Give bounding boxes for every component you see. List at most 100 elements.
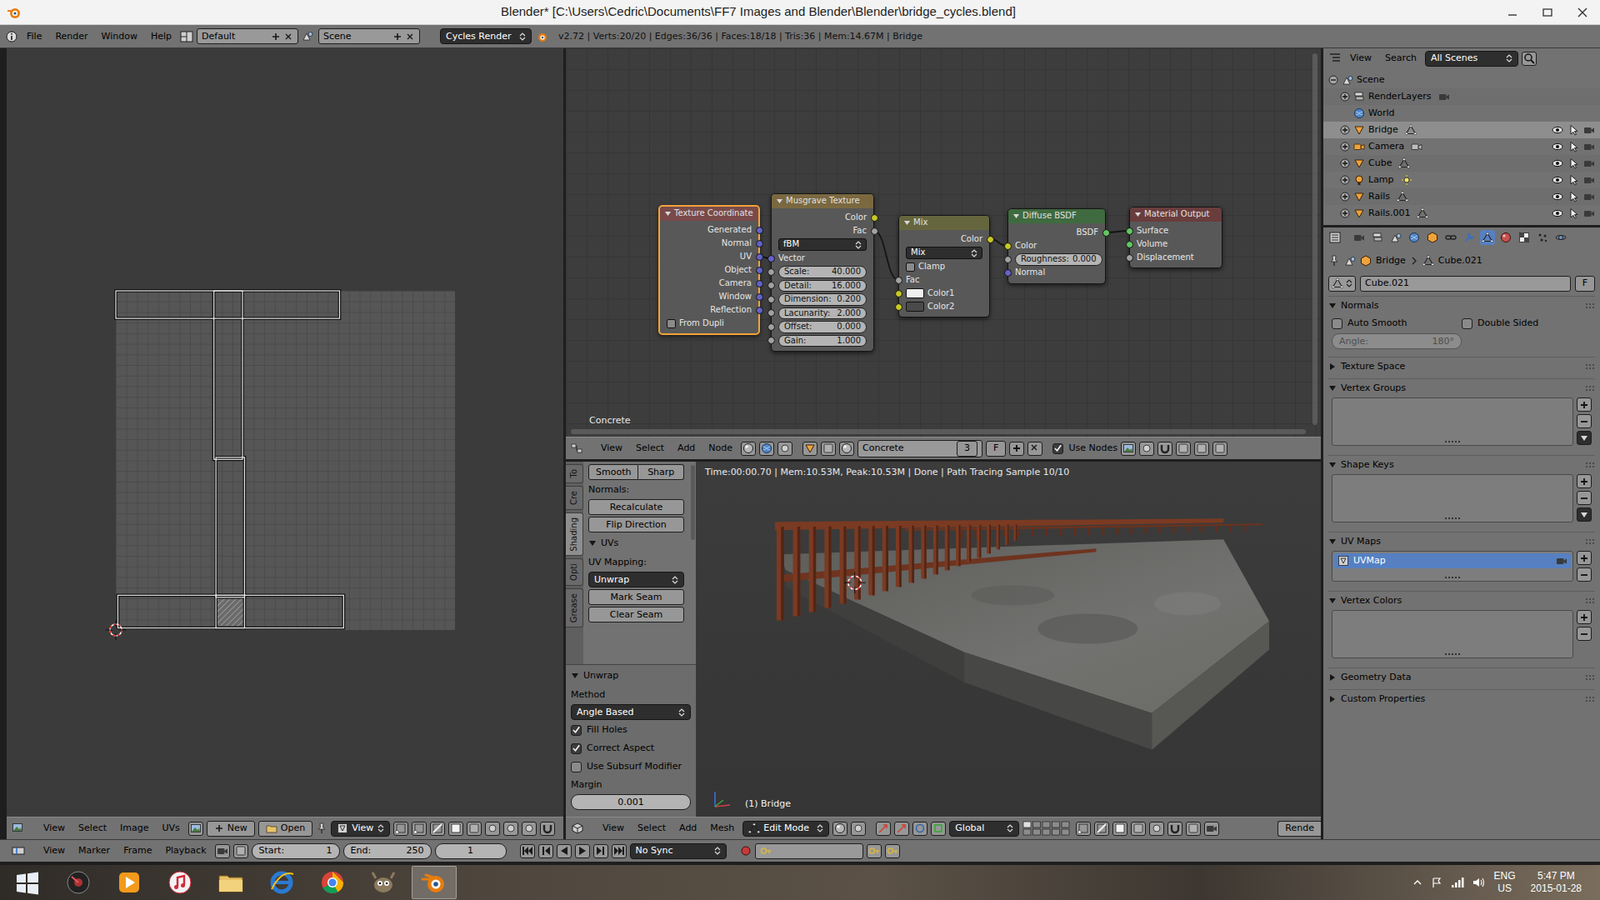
socket[interactable]	[755, 240, 764, 248]
taskbar-app-button[interactable]	[259, 865, 305, 900]
node-header[interactable]: Material Output	[1130, 207, 1222, 222]
input-language[interactable]: ENGUS	[1494, 870, 1516, 895]
menu-item[interactable]: Help	[145, 30, 177, 43]
pivot-point-button[interactable]	[850, 821, 866, 836]
taskbar-app-button[interactable]	[157, 865, 203, 900]
socket[interactable]	[986, 235, 995, 244]
node-header[interactable]: Diffuse BSDF	[1008, 209, 1105, 224]
play-reverse-button[interactable]	[556, 844, 572, 859]
shader-node[interactable]: Texture CoordinateGeneratedNormalUVObjec…	[658, 205, 760, 335]
node-header[interactable]: Musgrave Texture	[771, 194, 874, 209]
menu-item[interactable]: Playback	[160, 845, 211, 857]
insert-key-button[interactable]	[866, 844, 882, 859]
properties-tab[interactable]	[1425, 230, 1440, 245]
edge-select-button[interactable]	[1094, 821, 1110, 836]
fake-user-button[interactable]: F	[985, 440, 1006, 457]
2d-cursor-icon[interactable]	[105, 619, 127, 641]
properties-tab[interactable]	[1535, 230, 1550, 245]
menu-item[interactable]: View	[38, 822, 70, 835]
socket[interactable]	[1004, 269, 1012, 277]
sticky-select-button[interactable]	[485, 821, 500, 836]
occlude-button[interactable]	[1130, 821, 1146, 836]
socket[interactable]	[767, 281, 775, 290]
operator-option[interactable]: Fill Holes	[570, 721, 691, 739]
view-mode-dropdown[interactable]: View	[330, 820, 390, 837]
uv-canvas[interactable]	[6, 48, 564, 817]
outliner-row[interactable]: Bridge	[1323, 121, 1600, 139]
remove-button[interactable]	[1576, 626, 1592, 641]
mode-dropdown[interactable]: Edit Mode	[742, 820, 830, 837]
snap-element-button[interactable]	[1185, 821, 1201, 836]
value-field[interactable]: Scale:40.000	[778, 265, 867, 279]
node-editor[interactable]: Texture CoordinateGeneratedNormalUVObjec…	[565, 48, 1321, 437]
menu-item[interactable]: Add	[674, 822, 702, 835]
sync-mode-dropdown[interactable]: No Sync	[630, 843, 727, 860]
shader-node[interactable]: Material OutputSurfaceVolumeDisplacement	[1129, 206, 1223, 269]
panel-grip[interactable]	[1585, 674, 1595, 681]
current-frame-field[interactable]: 1	[435, 843, 507, 860]
face-select-button[interactable]	[1112, 821, 1128, 836]
play-button[interactable]	[575, 844, 590, 859]
jump-end-button[interactable]	[611, 844, 627, 859]
panel-grip[interactable]	[1585, 538, 1595, 545]
render-button[interactable]: Rende	[1277, 820, 1321, 837]
node-link[interactable]	[874, 230, 899, 280]
object-shader-button[interactable]	[802, 441, 818, 456]
taskbar-app-button[interactable]	[360, 865, 406, 900]
snap-button[interactable]	[540, 821, 555, 836]
sync-selection-button[interactable]	[393, 821, 409, 836]
tool-shelf-tab[interactable]: To	[565, 464, 584, 484]
socket[interactable]	[1125, 227, 1134, 235]
double-sided-checkbox[interactable]: Double Sided	[1461, 315, 1592, 332]
breadcrumb-data[interactable]: Cube.021	[1438, 255, 1483, 267]
properties-tab[interactable]	[1480, 230, 1495, 245]
value-field[interactable]: Gain:1.000	[778, 335, 867, 348]
manipulator-toggle-button[interactable]	[875, 821, 891, 836]
tool-shelf-tab[interactable]: Opti	[565, 558, 584, 586]
world-shader-button[interactable]	[820, 441, 836, 456]
socket[interactable]	[1004, 242, 1012, 250]
list-menu-button[interactable]	[1576, 430, 1592, 445]
edge-select-button[interactable]	[430, 821, 445, 836]
next-key-button[interactable]	[593, 844, 609, 859]
orientation-dropdown[interactable]: Global	[949, 820, 1020, 837]
properties-tab[interactable]	[1516, 230, 1532, 245]
rotate-button[interactable]	[912, 821, 928, 836]
socket[interactable]	[895, 303, 903, 311]
uv-image-grid[interactable]	[115, 290, 455, 630]
color-swatch[interactable]	[905, 301, 925, 312]
uv-layout[interactable]	[115, 290, 455, 630]
menu-item[interactable]: Image	[115, 822, 154, 835]
panel-header[interactable]: Geometry Data	[1328, 668, 1595, 687]
node-header[interactable]: Texture Coordinate	[660, 206, 759, 221]
list-resize-grip[interactable]	[1444, 516, 1461, 520]
fake-user-button[interactable]: F	[1575, 275, 1595, 292]
menu-item[interactable]: Select	[632, 822, 671, 835]
socket[interactable]	[767, 309, 775, 317]
menu-item[interactable]: Frame	[118, 845, 157, 857]
operator-option-box[interactable]	[570, 743, 582, 755]
menu-item[interactable]: Search	[1380, 52, 1422, 65]
outliner-row[interactable]: Camera	[1323, 138, 1600, 155]
properties-tab[interactable]	[1553, 230, 1569, 245]
node-checkbox[interactable]	[905, 262, 915, 272]
flip-direction-button[interactable]: Flip Direction	[588, 516, 685, 533]
delete-key-button[interactable]	[885, 844, 900, 859]
socket[interactable]	[870, 214, 879, 222]
material-users[interactable]: 3	[956, 440, 978, 457]
viewport[interactable]: Time:00:00.70 | Mem:10.53M, Peak:10.53M …	[696, 461, 1321, 817]
properties-tab[interactable]	[1498, 230, 1514, 245]
node-checkbox[interactable]	[666, 319, 676, 329]
scale-button[interactable]	[930, 821, 946, 836]
auto-smooth-checkbox-box[interactable]	[1331, 318, 1343, 330]
taskbar-app-button[interactable]	[106, 865, 152, 900]
shader-object-button[interactable]	[740, 441, 756, 456]
translate-button[interactable]	[894, 821, 910, 836]
socket[interactable]	[1004, 255, 1012, 264]
taskbar-app-button[interactable]	[5, 865, 50, 900]
value-field[interactable]: Detail:16.000	[778, 280, 867, 293]
remove-button[interactable]	[1576, 414, 1592, 429]
remove-button[interactable]	[1576, 567, 1592, 582]
socket[interactable]	[1125, 254, 1134, 262]
scene-field[interactable]: Scene	[318, 28, 420, 45]
